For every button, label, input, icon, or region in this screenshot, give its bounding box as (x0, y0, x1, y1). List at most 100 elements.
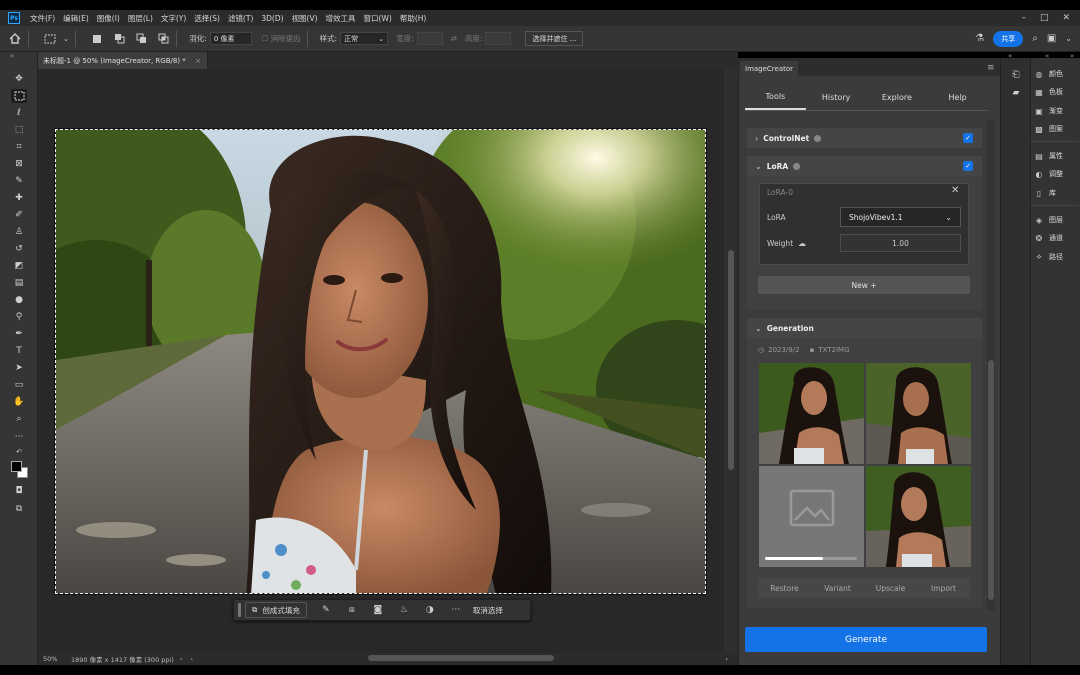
menu-filter[interactable]: 滤镜(T) (224, 13, 257, 24)
close-icon[interactable]: ✕ (1062, 13, 1070, 23)
history-panel-icon[interactable]: ⎗ (1009, 68, 1023, 82)
minimize-icon[interactable]: – (1021, 13, 1026, 23)
generated-thumbnail-3[interactable] (866, 466, 971, 567)
info-icon[interactable] (793, 162, 801, 170)
chevron-down-icon[interactable]: ⌄ (63, 34, 69, 43)
maximize-icon[interactable]: □ (1040, 13, 1049, 23)
healing-brush-tool-icon[interactable]: ✚ (11, 191, 27, 205)
gradient-tool-icon[interactable]: ▤ (11, 276, 27, 290)
canvas-image[interactable] (54, 128, 707, 595)
dock-swatches[interactable]: ▦ 色板 (1034, 85, 1063, 99)
photoshop-logo-icon[interactable]: Ps (8, 12, 20, 24)
controlnet-section-header[interactable]: › ControlNet ✓ (747, 128, 982, 148)
clone-stamp-tool-icon[interactable]: ♙ (11, 225, 27, 239)
restore-button[interactable]: Restore (758, 578, 811, 598)
collapse-icon[interactable]: « (1045, 52, 1049, 60)
collapse-icon[interactable]: « (1008, 52, 1012, 60)
generate-button[interactable]: Generate (745, 627, 987, 652)
dock-patterns[interactable]: ▩ 图案 (1034, 122, 1063, 136)
menu-type[interactable]: 文字(Y) (157, 13, 190, 24)
width-input[interactable] (416, 32, 443, 45)
intersect-selection-icon[interactable] (156, 32, 170, 46)
dodge-tool-icon[interactable]: ⚲ (11, 310, 27, 324)
lasso-tool-icon[interactable]: ℓ (11, 106, 27, 120)
scroll-right-icon[interactable]: › (725, 655, 728, 663)
hand-tool-icon[interactable]: ✋ (11, 395, 27, 409)
close-icon[interactable]: × (195, 57, 207, 65)
vertical-scroll-thumb[interactable] (728, 250, 734, 470)
new-lora-button[interactable]: New + (758, 276, 970, 294)
add-selection-icon[interactable] (112, 32, 126, 46)
upscale-button[interactable]: Upscale (864, 578, 917, 598)
object-select-tool-icon[interactable]: ⬚ (11, 123, 27, 137)
zoom-level[interactable]: 50% (43, 655, 71, 663)
menu-help[interactable]: 帮助(H) (396, 13, 431, 24)
dock-libraries[interactable]: ▯ 库 (1034, 186, 1056, 200)
menu-image[interactable]: 图像(I) (93, 13, 124, 24)
controlnet-checkbox[interactable]: ✓ (963, 133, 973, 143)
dock-color[interactable]: ◍ 颜色 (1034, 67, 1064, 81)
horizontal-scroll-thumb[interactable] (368, 655, 554, 661)
history-brush-tool-icon[interactable]: ↺ (11, 242, 27, 256)
tab-history[interactable]: History (806, 84, 867, 110)
document-tab[interactable]: 未标题-1 @ 50% (ImageCreator, RGB/8) * × (38, 52, 208, 69)
eraser-tool-icon[interactable]: ◩ (11, 259, 27, 273)
feather-input[interactable]: 0 像素 (209, 32, 252, 45)
dock-paths[interactable]: ⟡ 路径 (1034, 250, 1063, 264)
lora-section-header[interactable]: ⌄ LoRA ✓ (747, 156, 982, 176)
flask-icon[interactable]: ⚗ (975, 33, 984, 44)
fill-selection-icon[interactable]: ♨ (391, 605, 417, 615)
select-and-mask-button[interactable]: 选择并遮住 ... (525, 31, 584, 46)
rectangle-tool-icon[interactable]: ▭ (11, 378, 27, 392)
zoom-tool-icon[interactable]: ⌕ (11, 412, 27, 426)
tab-explore[interactable]: Explore (867, 84, 928, 110)
dock-layers[interactable]: ◈ 图层 (1034, 213, 1063, 227)
scroll-left-icon[interactable]: ‹ (190, 655, 193, 663)
eyedropper-tool-icon[interactable]: ✎ (11, 174, 27, 188)
drag-handle[interactable] (238, 603, 241, 617)
lora-checkbox[interactable]: ✓ (963, 161, 973, 171)
style-select[interactable]: 正常 ⌄ (340, 32, 389, 45)
foreground-color-swatch[interactable] (11, 461, 22, 472)
more-tools-icon[interactable]: ··· (11, 430, 27, 444)
path-select-tool-icon[interactable]: ➤ (11, 361, 27, 375)
collapse-icon[interactable]: » (10, 52, 14, 60)
lora-model-select[interactable]: ShojoVibev1.1 ⌄ (840, 207, 961, 227)
blur-tool-icon[interactable]: ● (11, 293, 27, 307)
frame-tool-icon[interactable]: ⊠ (11, 157, 27, 171)
dock-channels[interactable]: ❂ 通道 (1034, 231, 1063, 245)
comments-panel-icon[interactable]: ▰ (1009, 86, 1023, 100)
workspace-icon[interactable]: ▣ (1047, 33, 1056, 44)
create-mask-icon[interactable]: ◙ (365, 605, 391, 615)
menu-edit[interactable]: 编辑(E) (59, 13, 93, 24)
menu-view[interactable]: 视图(V) (288, 13, 322, 24)
menu-plugins[interactable]: 增效工具 (322, 13, 360, 24)
tab-help[interactable]: Help (927, 84, 988, 110)
info-icon[interactable] (814, 134, 822, 142)
marquee-preset-icon[interactable] (43, 32, 57, 46)
search-icon[interactable]: ⌕ (1032, 33, 1038, 44)
menu-file[interactable]: 文件(F) (26, 13, 59, 24)
antialias-checkbox[interactable]: ☐ (262, 34, 269, 43)
deselect-button[interactable]: 取消选择 (473, 605, 503, 616)
menu-select[interactable]: 选择(S) (190, 13, 224, 24)
dock-adjustments[interactable]: ◐ 调整 (1034, 167, 1064, 181)
menu-layer[interactable]: 图层(L) (124, 13, 157, 24)
panel-scroll-thumb[interactable] (988, 360, 994, 600)
new-selection-icon[interactable] (90, 32, 104, 46)
tab-tools[interactable]: Tools (745, 84, 806, 110)
panel-menu-icon[interactable]: ≡ (987, 63, 995, 73)
height-input[interactable] (485, 32, 512, 45)
generated-thumbnail-1[interactable] (759, 363, 864, 464)
import-button[interactable]: Import (917, 578, 970, 598)
share-button[interactable]: 共享 (993, 30, 1024, 47)
dock-properties[interactable]: ▤ 属性 (1034, 149, 1063, 163)
close-icon[interactable]: ✕ (951, 185, 959, 196)
swap-icon[interactable]: ⇄ (451, 34, 457, 43)
panel-tab-imagecreator[interactable]: ImageCreator (740, 61, 799, 76)
more-options-icon[interactable]: ··· (443, 605, 469, 615)
type-tool-icon[interactable]: T (11, 344, 27, 358)
swap-colors-icon[interactable]: ↶ (11, 445, 27, 459)
collapse-icon[interactable]: » (1070, 52, 1074, 60)
menu-3d[interactable]: 3D(D) (257, 14, 287, 23)
